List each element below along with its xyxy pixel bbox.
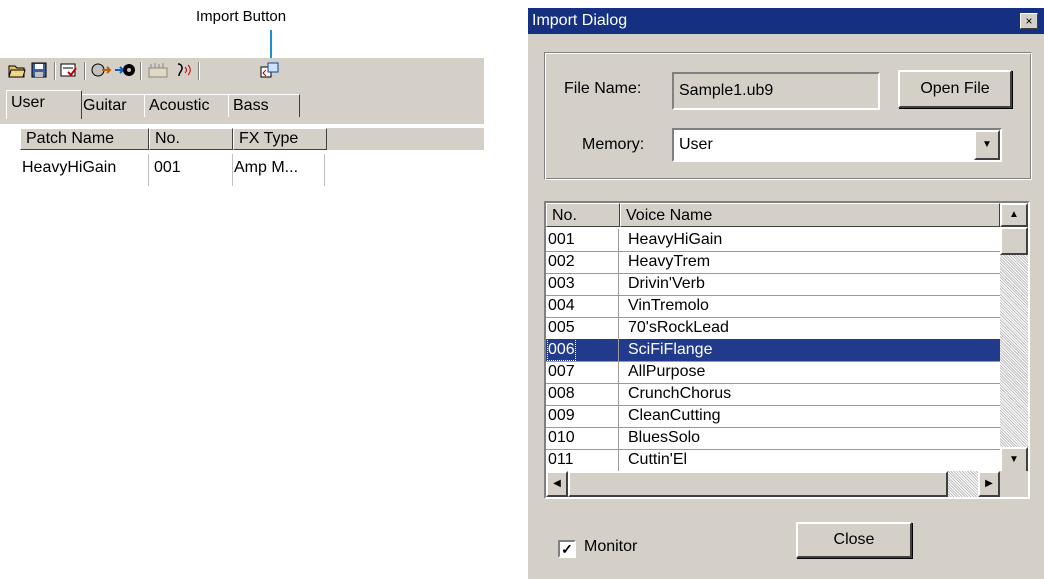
voice-name: HeavyTrem [628, 253, 711, 270]
voice-name: Drivin'Verb [628, 275, 705, 292]
vertical-scrollbar[interactable]: ▲ ▼ [1000, 203, 1028, 473]
column-no[interactable]: No. [546, 203, 620, 227]
column-fx-type[interactable]: FX Type [233, 128, 327, 150]
chevron-down-icon[interactable]: ▼ [974, 130, 1000, 160]
voice-no: 001 [548, 231, 575, 248]
import-button-callout: Import Button [196, 8, 287, 25]
file-name-label: File Name: [564, 80, 642, 97]
scroll-left-icon[interactable]: ◀ [546, 471, 568, 497]
scroll-thumb[interactable] [1000, 227, 1028, 255]
voice-no: 009 [548, 407, 575, 424]
patch-no-cell[interactable]: 001 [154, 158, 181, 178]
save-icon[interactable] [30, 62, 48, 80]
column-patch-name[interactable]: Patch Name [20, 128, 149, 150]
tab-acoustic[interactable]: Acoustic [144, 94, 234, 117]
library-tabs: User Guitar Acoustic Bass [0, 84, 484, 124]
column-voice-name[interactable]: Voice Name [620, 203, 1000, 227]
voice-no: 011 [548, 451, 574, 468]
voice-row[interactable]: 010 BluesSolo [546, 427, 1000, 450]
voice-name: AllPurpose [628, 363, 706, 380]
voice-row[interactable]: 006 SciFiFlange [546, 338, 1000, 362]
scroll-down-icon[interactable]: ▼ [1000, 447, 1028, 473]
tab-guitar[interactable]: Guitar [78, 94, 150, 117]
dialog-title: Import Dialog [532, 12, 628, 29]
import-dialog: Import Dialog × File Name: Sample1.ub9 O… [528, 8, 1044, 579]
hscroll-thumb[interactable] [568, 471, 948, 497]
voice-list: No. Voice Name 001 HeavyHiGain 002 HeavyTre… [544, 201, 1030, 499]
transfer-send-icon[interactable] [90, 62, 112, 80]
voice-row[interactable]: 001 HeavyHiGain [546, 229, 1000, 252]
check-icon: ✓ [561, 541, 573, 557]
voice-no: 002 [548, 253, 575, 270]
voice-row[interactable]: 003 Drivin'Verb [546, 273, 1000, 296]
import-button[interactable] [260, 62, 279, 80]
voice-name: VinTremolo [628, 297, 709, 314]
tab-user[interactable]: User [6, 90, 82, 119]
voice-name: Cuttin'El [628, 451, 688, 468]
voice-name: CrunchChorus [628, 385, 732, 402]
voice-row[interactable]: 007 AllPurpose [546, 361, 1000, 384]
voice-name: 70'sRockLead [628, 319, 729, 336]
monitor-label: Monitor [584, 538, 638, 555]
scroll-up-icon[interactable]: ▲ [1000, 203, 1028, 227]
monitor-checkbox[interactable]: ✓ [558, 540, 576, 558]
scroll-right-icon[interactable]: ▶ [978, 471, 1000, 497]
close-button[interactable]: Close [796, 522, 912, 558]
voice-row[interactable]: 009 CleanCutting [546, 405, 1000, 428]
toolbar [0, 58, 484, 85]
voice-row[interactable]: 002 HeavyTrem [546, 251, 1000, 274]
patch-edit-icon[interactable] [60, 62, 78, 80]
scroll-corner [1000, 471, 1028, 497]
voice-no: 010 [548, 429, 575, 446]
file-name-field: Sample1.ub9 [672, 72, 880, 110]
memory-select-value: User [679, 136, 713, 153]
patch-list: Patch Name No. FX Type HeavyHiGain 001 A… [0, 124, 484, 186]
open-folder-icon[interactable] [8, 62, 26, 80]
voice-list-header: No. Voice Name [546, 203, 1000, 227]
patch-list-header: Patch Name No. FX Type [20, 128, 484, 150]
voice-no: 006 [547, 338, 576, 361]
horizontal-scrollbar[interactable]: ◀ ▶ [546, 471, 1000, 497]
dialog-title-bar: Import Dialog × [528, 8, 1044, 34]
voice-row[interactable]: 005 70'sRockLead [546, 317, 1000, 340]
voice-row[interactable]: 008 CrunchChorus [546, 383, 1000, 406]
voice-no: 005 [548, 319, 575, 336]
patch-name-cell[interactable]: HeavyHiGain [22, 158, 116, 178]
voice-row[interactable]: 004 VinTremolo [546, 295, 1000, 318]
memory-label: Memory: [582, 136, 645, 153]
edit-all-icon[interactable] [148, 62, 168, 80]
voice-name: CleanCutting [628, 407, 721, 424]
column-no[interactable]: No. [149, 128, 233, 150]
voice-name: BluesSolo [628, 429, 701, 446]
patch-fx-cell[interactable]: Amp M... [234, 158, 298, 178]
voice-no: 008 [548, 385, 575, 402]
voice-name: SciFiFlange [628, 341, 713, 358]
transfer-receive-icon[interactable] [114, 62, 135, 80]
voice-no: 004 [548, 297, 575, 314]
voice-no: 007 [548, 363, 575, 380]
voice-row[interactable]: 011 Cuttin'El [546, 449, 1000, 471]
open-file-button[interactable]: Open File [898, 70, 1012, 108]
close-icon[interactable]: × [1020, 13, 1038, 29]
audition-icon[interactable] [172, 62, 191, 80]
voice-name: HeavyHiGain [628, 231, 723, 248]
memory-select[interactable]: User ▼ [672, 128, 1002, 162]
voice-rows: 001 HeavyHiGain 002 HeavyTrem 003 Drivin'Verb… [546, 229, 1000, 471]
tab-bass[interactable]: Bass [228, 94, 300, 117]
callout-line [270, 30, 272, 60]
voice-no: 003 [548, 275, 575, 292]
